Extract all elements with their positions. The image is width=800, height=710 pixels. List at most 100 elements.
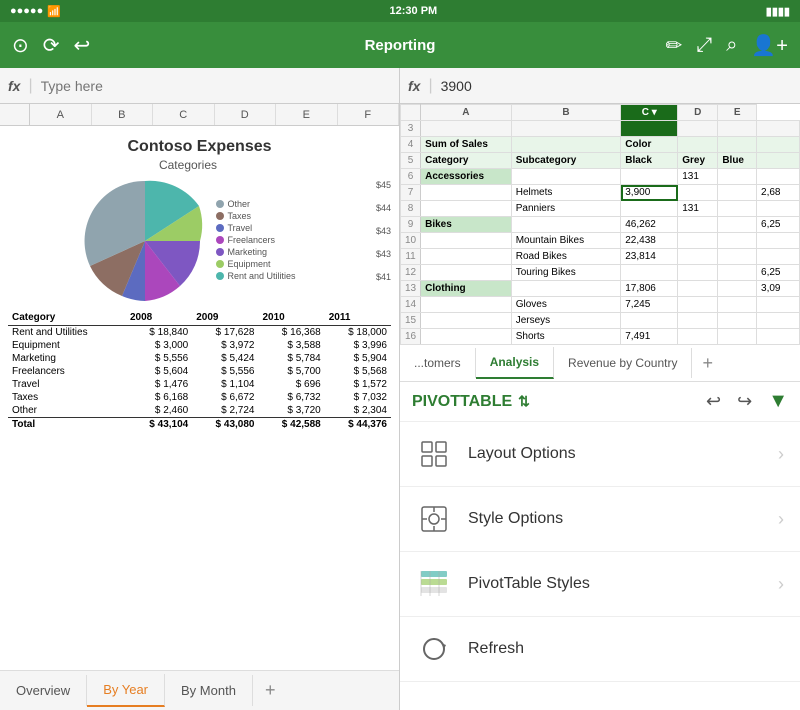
formula-input[interactable] bbox=[41, 78, 391, 94]
pivot-tab-customers[interactable]: ...tomers bbox=[400, 348, 476, 378]
undo-icon[interactable]: ↩ bbox=[74, 33, 91, 58]
pivot-cell[interactable] bbox=[511, 281, 621, 297]
pivot-cell[interactable]: Sum of Sales bbox=[421, 137, 512, 153]
pivot-cell[interactable]: Helmets bbox=[511, 185, 621, 201]
pivot-cell[interactable] bbox=[678, 313, 718, 329]
pivot-cell[interactable] bbox=[718, 265, 757, 281]
pivot-cell[interactable] bbox=[621, 169, 678, 185]
pivot-cell[interactable] bbox=[421, 265, 512, 281]
pivot-cell[interactable]: Jerseys bbox=[511, 313, 621, 329]
pivot-cell[interactable]: Touring Bikes bbox=[511, 265, 621, 281]
pivot-cell[interactable] bbox=[757, 137, 800, 153]
menu-item-style[interactable]: Style Options › bbox=[400, 487, 800, 552]
menu-item-layout[interactable]: Layout Options › bbox=[400, 422, 800, 487]
pivot-tab-analysis[interactable]: Analysis bbox=[476, 347, 554, 379]
pivot-cell[interactable]: Black bbox=[621, 153, 678, 169]
pivot-cell[interactable] bbox=[678, 329, 718, 345]
pivot-cell[interactable] bbox=[757, 121, 800, 137]
pivot-cell[interactable] bbox=[621, 121, 678, 137]
pivot-cell[interactable] bbox=[718, 249, 757, 265]
spreadsheet-left[interactable]: Contoso Expenses Categories bbox=[0, 126, 399, 670]
back-button[interactable]: ⊙ bbox=[12, 33, 29, 58]
pivot-cell[interactable]: Bikes bbox=[421, 217, 512, 233]
pivot-cell[interactable] bbox=[757, 329, 800, 345]
pivot-cell[interactable] bbox=[421, 201, 512, 217]
add-user-icon[interactable]: 👤+ bbox=[751, 33, 788, 58]
pivot-cell[interactable] bbox=[718, 201, 757, 217]
pivot-cell[interactable]: Category bbox=[421, 153, 512, 169]
tab-add-left[interactable]: + bbox=[253, 672, 288, 709]
pivot-cell[interactable] bbox=[421, 185, 512, 201]
pivot-cell[interactable] bbox=[511, 217, 621, 233]
pivot-cell[interactable] bbox=[718, 217, 757, 233]
pivot-cell[interactable]: Panniers bbox=[511, 201, 621, 217]
pivot-cell[interactable]: 46,262 bbox=[621, 217, 678, 233]
pivot-cell[interactable]: 22,438 bbox=[621, 233, 678, 249]
pivot-cell[interactable] bbox=[421, 313, 512, 329]
tab-overview[interactable]: Overview bbox=[0, 675, 87, 706]
pivot-cell[interactable]: Subcategory bbox=[511, 153, 621, 169]
pivot-cell[interactable] bbox=[421, 121, 512, 137]
pivot-cell[interactable] bbox=[678, 281, 718, 297]
pivot-redo-btn[interactable]: ↪ bbox=[737, 391, 752, 412]
pivot-cell[interactable] bbox=[678, 217, 718, 233]
pivot-cell[interactable]: 7,245 bbox=[621, 297, 678, 313]
pivot-cell[interactable]: Accessories bbox=[421, 169, 512, 185]
pivot-expand-icon[interactable]: ⇅ bbox=[518, 393, 530, 410]
pivot-cell[interactable] bbox=[718, 233, 757, 249]
pivot-cell[interactable] bbox=[421, 249, 512, 265]
pivot-cell[interactable] bbox=[621, 265, 678, 281]
pivot-cell[interactable]: Grey bbox=[678, 153, 718, 169]
pivot-cell[interactable]: 6,25 bbox=[757, 217, 800, 233]
pivot-cell[interactable] bbox=[757, 297, 800, 313]
pivot-cell[interactable] bbox=[757, 249, 800, 265]
pivot-cell[interactable]: Mountain Bikes bbox=[511, 233, 621, 249]
pivot-cell[interactable] bbox=[757, 153, 800, 169]
pivot-cell[interactable] bbox=[718, 137, 757, 153]
pen-icon[interactable]: ✏ bbox=[665, 33, 682, 58]
menu-item-pivottable-styles[interactable]: PivotTable Styles › bbox=[400, 552, 800, 617]
search-icon[interactable]: ⌕ bbox=[726, 34, 737, 57]
pivot-cell[interactable] bbox=[511, 169, 621, 185]
pivot-cell[interactable]: 23,814 bbox=[621, 249, 678, 265]
pivot-cell[interactable] bbox=[621, 313, 678, 329]
pivot-cell[interactable] bbox=[678, 185, 718, 201]
pivot-tab-revenue[interactable]: Revenue by Country bbox=[554, 348, 692, 378]
pivot-cell[interactable] bbox=[757, 233, 800, 249]
pivot-cell[interactable] bbox=[621, 201, 678, 217]
tab-by-month[interactable]: By Month bbox=[165, 675, 253, 706]
pivot-cell[interactable]: Color bbox=[621, 137, 678, 153]
pivot-cell[interactable]: Shorts bbox=[511, 329, 621, 345]
pivot-cell[interactable] bbox=[511, 121, 621, 137]
pivot-cell[interactable]: 131 bbox=[678, 201, 718, 217]
menu-item-refresh[interactable]: Refresh bbox=[400, 617, 800, 682]
pivot-cell[interactable] bbox=[511, 137, 621, 153]
pivot-cell[interactable] bbox=[718, 313, 757, 329]
pivot-cell[interactable]: 17,806 bbox=[621, 281, 678, 297]
pivot-cell[interactable] bbox=[421, 297, 512, 313]
pivot-cell[interactable] bbox=[678, 249, 718, 265]
pivot-cell[interactable] bbox=[718, 121, 757, 137]
pivot-cell[interactable] bbox=[718, 297, 757, 313]
expand-icon[interactable]: ⤢ bbox=[696, 34, 712, 57]
pivot-cell[interactable]: 6,25 bbox=[757, 265, 800, 281]
pivot-cell[interactable] bbox=[718, 281, 757, 297]
pivot-cell[interactable] bbox=[678, 297, 718, 313]
pivot-cell[interactable] bbox=[718, 185, 757, 201]
pivot-cell[interactable] bbox=[718, 169, 757, 185]
pivot-cell[interactable] bbox=[678, 137, 718, 153]
pivot-cell[interactable] bbox=[757, 201, 800, 217]
pivot-dropdown-btn[interactable]: ▼ bbox=[768, 390, 788, 413]
pivot-cell[interactable] bbox=[757, 169, 800, 185]
pivot-cell[interactable] bbox=[678, 121, 718, 137]
pivot-cell[interactable]: 3,09 bbox=[757, 281, 800, 297]
pivot-cell[interactable] bbox=[757, 313, 800, 329]
pivot-cell[interactable]: Blue bbox=[718, 153, 757, 169]
pivot-tab-add[interactable]: + bbox=[692, 345, 723, 382]
pivot-cell[interactable]: Clothing bbox=[421, 281, 512, 297]
pivot-cell[interactable] bbox=[678, 233, 718, 249]
pivot-grid[interactable]: A B C ▾ D E 34Sum of SalesColor5Category… bbox=[400, 104, 800, 344]
pivot-cell[interactable] bbox=[421, 233, 512, 249]
refresh-icon[interactable]: ⟳ bbox=[43, 33, 60, 58]
pivot-cell[interactable] bbox=[421, 329, 512, 345]
